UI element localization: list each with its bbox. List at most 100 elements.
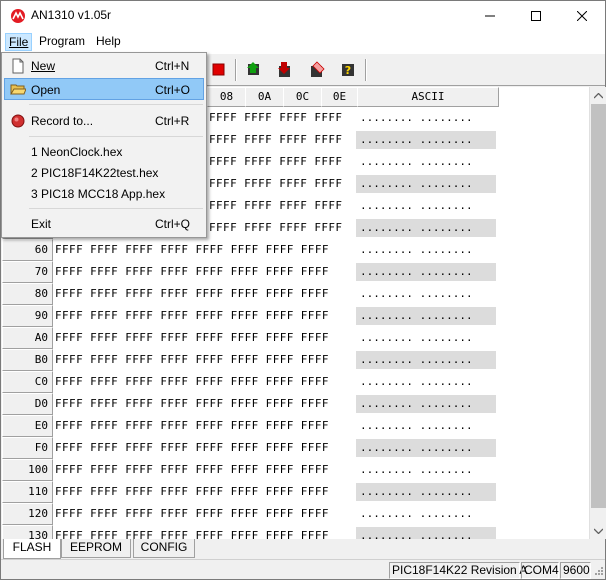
menu-item-record-label: Record to... — [31, 114, 94, 128]
row-ascii: ........ ........ — [356, 439, 496, 457]
row-values: FFFF FFFF FFFF FFFF FFFF FFFF FFFF FFFF — [55, 529, 329, 539]
menu-program[interactable]: Program — [37, 34, 87, 48]
menu-item-exit-label: Exit — [31, 217, 52, 231]
row-ascii: ........ ........ — [356, 527, 496, 539]
chevron-up-icon — [594, 92, 603, 98]
row-values: FFFF FFFF FFFF FFFF FFFF FFFF FFFF FFFF — [55, 419, 329, 432]
window-title: AN1310 v1.05r — [31, 8, 112, 22]
menu-item-new-label: New — [31, 59, 56, 73]
row-ascii: ........ ........ — [360, 463, 473, 476]
table-row: 90 FFFF FFFF FFFF FFFF FFFF FFFF FFFF FF… — [2, 305, 589, 327]
col-header: 0C — [283, 87, 322, 107]
row-values: FFFF FFFF FFFF FFFF — [209, 177, 343, 190]
table-row: 110 FFFF FFFF FFFF FFFF FFFF FFFF FFFF F… — [2, 481, 589, 503]
row-ascii: ........ ........ — [360, 155, 473, 168]
scroll-down-button[interactable] — [590, 522, 606, 539]
minimize-button[interactable] — [467, 1, 513, 31]
toolbar-separator — [365, 59, 367, 81]
vertical-scrollbar[interactable] — [589, 87, 606, 539]
row-address: 70 — [2, 261, 53, 283]
table-row: 60 FFFF FFFF FFFF FFFF FFFF FFFF FFFF FF… — [2, 239, 589, 261]
menu-separator — [29, 136, 203, 137]
row-values: FFFF FFFF FFFF FFFF FFFF FFFF FFFF FFFF — [55, 375, 329, 388]
row-values: FFFF FFFF FFFF FFFF — [209, 111, 343, 124]
tab-flash[interactable]: FLASH — [3, 539, 61, 559]
tab-config[interactable]: CONFIG — [133, 539, 195, 558]
row-address: C0 — [2, 371, 53, 393]
menu-item-new[interactable]: New Ctrl+N — [4, 55, 204, 77]
menu-item-exit[interactable]: Exit Ctrl+Q — [4, 213, 204, 235]
row-values: FFFF FFFF FFFF FFFF FFFF FFFF FFFF FFFF — [55, 309, 329, 322]
row-ascii: ........ ........ — [360, 375, 473, 388]
row-values: FFFF FFFF FFFF FFFF — [209, 155, 343, 168]
memory-tabs: FLASH EEPROM CONFIG — [1, 539, 605, 559]
row-values: FFFF FFFF FFFF FFFF FFFF FFFF FFFF FFFF — [55, 507, 329, 520]
verify-icon: ? — [342, 64, 354, 77]
tab-eeprom[interactable]: EEPROM — [61, 539, 131, 558]
row-ascii: ........ ........ — [356, 483, 496, 501]
app-window: AN1310 v1.05r File Program Help ? 08 0A … — [0, 0, 606, 580]
menu-help[interactable]: Help — [94, 34, 123, 48]
row-address: 100 — [2, 459, 53, 481]
menu-file[interactable]: File — [5, 33, 33, 51]
row-ascii: ........ ........ — [356, 219, 496, 237]
erase-button[interactable] — [308, 60, 326, 78]
menu-item-open[interactable]: Open Ctrl+O — [4, 78, 204, 100]
row-address: F0 — [2, 437, 53, 459]
maximize-icon — [531, 11, 541, 21]
row-address: 110 — [2, 481, 53, 503]
table-row: D0 FFFF FFFF FFFF FFFF FFFF FFFF FFFF FF… — [2, 393, 589, 415]
row-values: FFFF FFFF FFFF FFFF FFFF FFFF FFFF FFFF — [55, 265, 329, 278]
menu-item-recent-1[interactable]: 1 NeonClock.hex — [4, 141, 204, 163]
table-row: 120 FFFF FFFF FFFF FFFF FFFF FFFF FFFF F… — [2, 503, 589, 525]
row-address: D0 — [2, 393, 53, 415]
menu-item-open-shortcut: Ctrl+O — [155, 83, 191, 97]
scroll-thumb[interactable] — [591, 104, 606, 508]
stop-icon — [212, 63, 225, 76]
table-row: 100 FFFF FFFF FFFF FFFF FFFF FFFF FFFF F… — [2, 459, 589, 481]
col-header: 0E — [321, 87, 358, 107]
menu-item-recent-3[interactable]: 3 PIC18 MCC18 App.hex — [4, 183, 204, 205]
row-ascii: ........ ........ — [356, 395, 496, 413]
row-address: E0 — [2, 415, 53, 437]
row-ascii: ........ ........ — [356, 307, 496, 325]
row-values: FFFF FFFF FFFF FFFF — [209, 199, 343, 212]
table-row: B0 FFFF FFFF FFFF FFFF FFFF FFFF FFFF FF… — [2, 349, 589, 371]
row-address: A0 — [2, 327, 53, 349]
row-ascii: ........ ........ — [356, 131, 496, 149]
record-icon — [11, 114, 25, 128]
row-address: 130 — [2, 525, 53, 539]
read-icon — [247, 62, 259, 75]
maximize-button[interactable] — [513, 1, 559, 31]
col-header: 0A — [245, 87, 284, 107]
row-address: 90 — [2, 305, 53, 327]
menu-item-recent-2[interactable]: 2 PIC18F14K22test.hex — [4, 162, 204, 184]
row-values: FFFF FFFF FFFF FFFF FFFF FFFF FFFF FFFF — [55, 353, 329, 366]
ascii-header: ASCII — [357, 87, 499, 107]
stop-button[interactable] — [209, 60, 227, 78]
menu-item-record[interactable]: Record to... Ctrl+R — [4, 110, 204, 132]
row-address: 120 — [2, 503, 53, 525]
table-row: 130 FFFF FFFF FFFF FFFF FFFF FFFF FFFF F… — [2, 525, 589, 539]
table-row: F0 FFFF FFFF FFFF FFFF FFFF FFFF FFFF FF… — [2, 437, 589, 459]
table-row: A0 FFFF FFFF FFFF FFFF FFFF FFFF FFFF FF… — [2, 327, 589, 349]
row-ascii: ........ ........ — [356, 351, 496, 369]
microchip-logo-icon — [11, 9, 25, 23]
menu-file-label: File — [9, 35, 29, 49]
menu-item-new-shortcut: Ctrl+N — [155, 59, 190, 73]
row-values: FFFF FFFF FFFF FFFF FFFF FFFF FFFF FFFF — [55, 287, 329, 300]
row-ascii: ........ ........ — [360, 507, 473, 520]
scroll-up-button[interactable] — [590, 87, 606, 104]
row-ascii: ........ ........ — [360, 287, 473, 300]
row-values: FFFF FFFF FFFF FFFF FFFF FFFF FFFF FFFF — [55, 331, 329, 344]
menu-item-open-label: Open — [31, 83, 61, 97]
menu-separator — [29, 208, 203, 209]
write-icon — [278, 62, 290, 77]
close-button[interactable] — [559, 1, 605, 31]
row-ascii: ........ ........ — [356, 263, 496, 281]
write-button[interactable] — [276, 60, 294, 78]
resize-grip-icon[interactable] — [592, 566, 604, 578]
verify-button[interactable]: ? — [339, 60, 357, 78]
row-ascii: ........ ........ — [356, 175, 496, 193]
read-button[interactable] — [245, 60, 263, 78]
